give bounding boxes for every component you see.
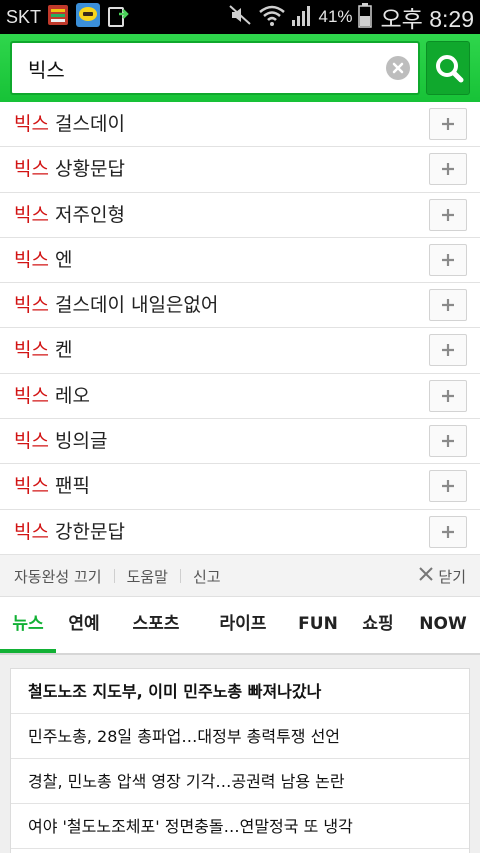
suggestion-text: 빅스 걸스데이 [14, 102, 125, 147]
category-tabs: 뉴스 연예 스포츠 라이프 FUN 쇼핑 NOW [0, 597, 480, 655]
clear-icon[interactable] [386, 56, 410, 80]
tab-life[interactable]: 라이프 [205, 597, 281, 653]
suggestion-keyword: 빅스 [14, 430, 49, 453]
news-card: 철도노조 지도부, 이미 민주노총 빠져나갔나 민주노총, 28일 총파업…대정… [10, 668, 470, 853]
autocomplete-off-link[interactable]: 자동완성 끄기 [14, 566, 102, 587]
news-headline[interactable]: 민주노총, 28일 총파업…대정부 총력투쟁 선언 [11, 714, 469, 759]
append-query-button[interactable] [429, 243, 467, 276]
wifi-icon [258, 3, 286, 31]
suggestion-item[interactable]: 빅스 걸스데이 내일은없어 [0, 283, 480, 329]
suggestion-text: 빅스 상황문답 [14, 147, 125, 192]
search-header [0, 34, 480, 102]
append-query-button[interactable] [429, 470, 467, 503]
divider [179, 569, 181, 583]
suggestion-keyword: 빅스 [14, 113, 49, 135]
suggestion-rest: 강한문답 [48, 520, 125, 543]
search-box [10, 41, 420, 95]
report-link[interactable]: 신고 [193, 566, 221, 587]
close-icon [419, 567, 434, 585]
suggestion-keyword: 빅스 [14, 520, 49, 543]
tab-shopping[interactable]: 쇼핑 [350, 597, 406, 653]
notification-app-icon [47, 3, 69, 31]
tab-news[interactable]: 뉴스 [0, 597, 56, 653]
append-query-button[interactable] [429, 515, 467, 548]
suggestion-item[interactable]: 빅스 걸스데이 [0, 102, 480, 148]
suggestion-item[interactable]: 빅스 레오 [0, 373, 480, 420]
signal-icon [291, 3, 313, 31]
divider [113, 569, 115, 583]
close-label: 닫기 [438, 567, 466, 586]
autocomplete-list: 빅스 걸스데이 빅스 상황문답 빅스 저주인형 빅스 엔 빅스 걸스데이 내일은… [0, 102, 480, 555]
suggestion-rest: 엔 [48, 248, 73, 271]
kakaotalk-icon [75, 2, 101, 32]
upload-icon [107, 2, 131, 32]
suggestion-item[interactable]: 빅스 켄 [0, 328, 480, 374]
tab-entertainment[interactable]: 연예 [56, 597, 112, 653]
mute-icon [227, 3, 253, 31]
suggestion-rest: 걸스데이 내일은없어 [48, 294, 219, 317]
footer-links: 자동완성 끄기 도움말 신고 [14, 555, 221, 597]
suggestion-text: 빅스 켄 [14, 328, 73, 373]
suggestion-text: 빅스 저주인형 [14, 193, 125, 238]
suggestion-item[interactable]: 빅스 팬픽 [0, 464, 480, 510]
suggestion-item[interactable]: 빅스 강한문답 [0, 509, 480, 555]
append-query-button[interactable] [429, 153, 467, 186]
suggestion-text: 빅스 엔 [14, 238, 73, 283]
suggestion-item[interactable]: 빅스 엔 [0, 237, 480, 284]
suggestion-rest: 레오 [48, 384, 90, 407]
append-query-button[interactable] [429, 379, 467, 412]
suggestion-text: 빅스 강한문답 [14, 510, 125, 555]
search-button[interactable] [426, 41, 470, 95]
suggestion-keyword: 빅스 [14, 248, 49, 271]
autocomplete-footer: 자동완성 끄기 도움말 신고 닫기 [0, 555, 480, 597]
append-query-button[interactable] [429, 289, 467, 322]
suggestion-rest: 빙의글 [48, 430, 108, 453]
suggestion-text: 빅스 빙의글 [14, 419, 107, 464]
news-headline[interactable]: 철도노조 지도부, 이미 민주노총 빠져나갔나 [11, 669, 469, 714]
news-headline[interactable]: 여야 '철도노조체포' 정면충돌…연말정국 또 냉각 [11, 804, 469, 849]
suggestion-text: 빅스 레오 [14, 374, 90, 419]
suggestion-keyword: 빅스 [14, 384, 49, 407]
suggestion-keyword: 빅스 [14, 158, 49, 181]
tab-now[interactable]: NOW [412, 597, 474, 653]
suggestion-keyword: 빅스 [14, 475, 49, 498]
suggestion-rest: 켄 [48, 339, 73, 362]
help-link[interactable]: 도움말 [127, 566, 168, 587]
append-query-button[interactable] [429, 108, 467, 140]
append-query-button[interactable] [429, 425, 467, 458]
suggestion-text: 빅스 팬픽 [14, 464, 90, 509]
tab-sports[interactable]: 스포츠 [118, 597, 194, 653]
close-autocomplete-button[interactable]: 닫기 [419, 555, 466, 597]
append-query-button[interactable] [429, 198, 467, 231]
append-query-button[interactable] [429, 334, 467, 367]
suggestion-item[interactable]: 빅스 상황문답 [0, 147, 480, 193]
search-input[interactable] [28, 43, 378, 93]
suggestion-keyword: 빅스 [14, 294, 49, 317]
suggestion-item[interactable]: 빅스 빙의글 [0, 419, 480, 465]
suggestion-rest: 저주인형 [48, 203, 125, 226]
battery-icon [357, 2, 372, 32]
tab-fun[interactable]: FUN [290, 597, 346, 653]
suggestion-rest: 팬픽 [48, 475, 90, 498]
suggestion-rest: 걸스데이 [48, 113, 125, 135]
status-bar: SKT 41% 오후 8:29 [0, 0, 480, 34]
suggestion-item[interactable]: 빅스 저주인형 [0, 192, 480, 238]
search-icon [427, 55, 471, 100]
battery-percent: 41% [318, 7, 353, 26]
suggestion-text: 빅스 걸스데이 내일은없어 [14, 283, 218, 328]
carrier-label: SKT [6, 6, 42, 27]
suggestion-rest: 상황문답 [48, 158, 125, 181]
clock: 오후 8:29 [380, 6, 474, 32]
news-section: 철도노조 지도부, 이미 민주노총 빠져나갔나 민주노총, 28일 총파업…대정… [0, 655, 480, 853]
news-headline[interactable]: 경찰, 민노총 압색 영장 기각…공권력 남용 논란 [11, 759, 469, 804]
suggestion-keyword: 빅스 [14, 339, 49, 362]
suggestion-keyword: 빅스 [14, 203, 49, 226]
